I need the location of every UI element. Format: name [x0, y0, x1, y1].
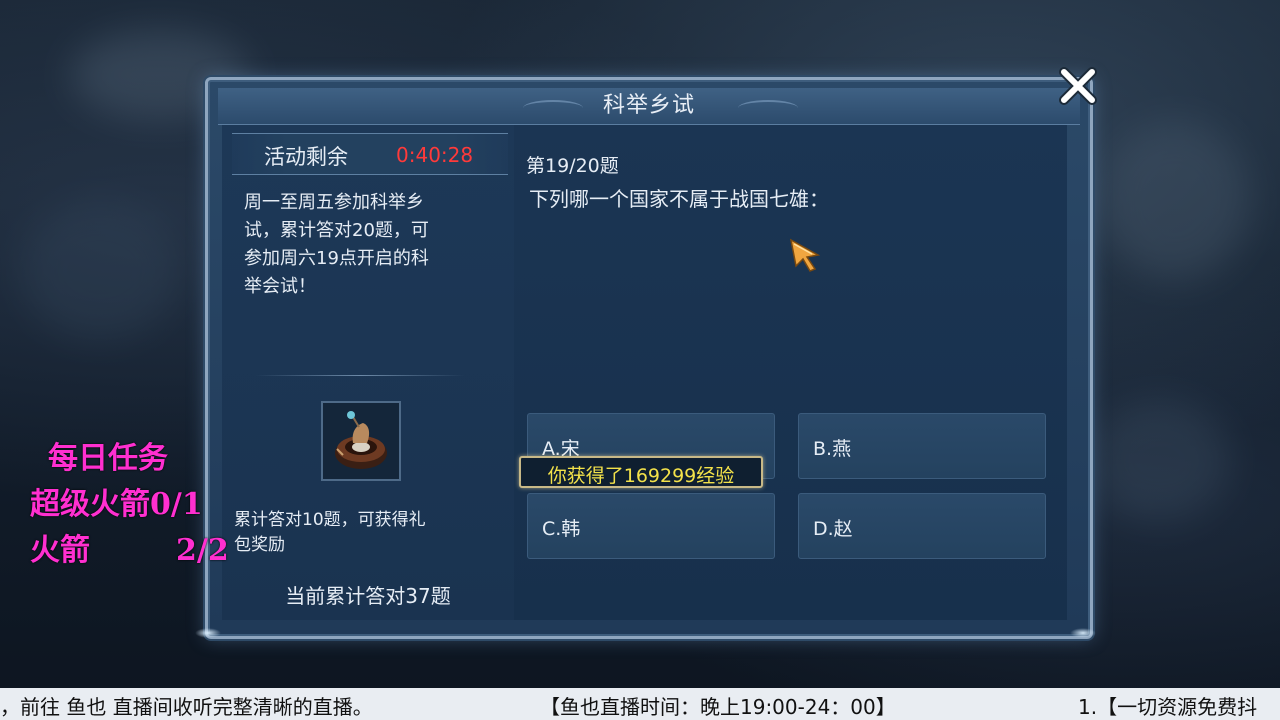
dialog-title: 科举乡试: [602, 93, 695, 118]
reward-slot[interactable]: [321, 401, 401, 481]
background-blur: [1100, 120, 1250, 280]
exp-gain-toast: 你获得了169299经验: [519, 456, 763, 488]
description-line: 举会试！: [244, 276, 316, 297]
option-b-button[interactable]: B.燕: [798, 413, 1046, 479]
background-blur: [1090, 400, 1230, 520]
ticker-text: 1.【一切资源免费抖: [1078, 695, 1258, 719]
daily-task-title: 每日任务: [48, 441, 168, 476]
dialog-title-bar: 科举乡试: [218, 88, 1080, 125]
option-d-label: D.赵: [813, 518, 853, 540]
daily-task-overlay: 每日任务 超级火箭0/1 火箭 2/2: [30, 436, 229, 574]
question-text: 下列哪一个国家不属于战国七雄：: [529, 187, 829, 211]
rocket-row: 火箭 2/2: [30, 528, 229, 574]
arrow-cursor-icon: [789, 238, 821, 272]
timer-label: 活动剩余: [264, 145, 348, 169]
total-correct: 当前累计答对37题: [285, 584, 451, 608]
event-description: 周一至周五参加科举乡 试，累计答对20题，可 参加周六19点开启的科 举会试！: [244, 189, 476, 301]
stream-ticker: ，前往 鱼也 直播间收听完整清晰的直播。 【鱼也直播时间：晚上19:00-24：…: [0, 688, 1280, 720]
option-d-button[interactable]: D.赵: [798, 493, 1046, 559]
option-c-label: C.韩: [542, 518, 581, 540]
question-number: 第19/20题: [526, 155, 619, 177]
corner-glow: [195, 628, 221, 638]
ticker-text: ，前往 鱼也 直播间收听完整清晰的直播。: [0, 695, 373, 719]
option-c-button[interactable]: C.韩: [527, 493, 775, 559]
close-button[interactable]: [1056, 66, 1100, 108]
description-line: 试，累计答对20题，可: [244, 220, 429, 241]
corner-glow: [1070, 628, 1096, 638]
reward-description-line: 累计答对10题，可获得礼: [234, 510, 426, 530]
rocket-label: 火箭: [30, 533, 90, 568]
timer-value: 0:40:28: [396, 143, 474, 167]
close-icon: [1059, 67, 1097, 105]
rocket-count: 2/2: [176, 533, 229, 568]
game-scene: 科举乡试 活动剩余 0:40:28 周一至周五参加科举乡 试，累计答对20题，可…: [0, 0, 1280, 720]
description-line: 周一至周五参加科举乡: [244, 192, 424, 213]
super-rocket-count: 超级火箭0/1: [30, 487, 203, 522]
exp-gain-text: 你获得了169299经验: [547, 465, 735, 487]
divider: [255, 375, 465, 376]
description-line: 参加周六19点开启的科: [244, 248, 429, 269]
option-b-label: B.燕: [813, 438, 852, 460]
gift-bag-icon: [335, 411, 387, 469]
reward-description-line: 包奖励: [234, 535, 285, 555]
background-blur: [20, 200, 180, 340]
reward-description: 累计答对10题，可获得礼 包奖励: [234, 508, 474, 558]
ticker-text: 【鱼也直播时间：晚上19:00-24：00】: [540, 695, 896, 719]
